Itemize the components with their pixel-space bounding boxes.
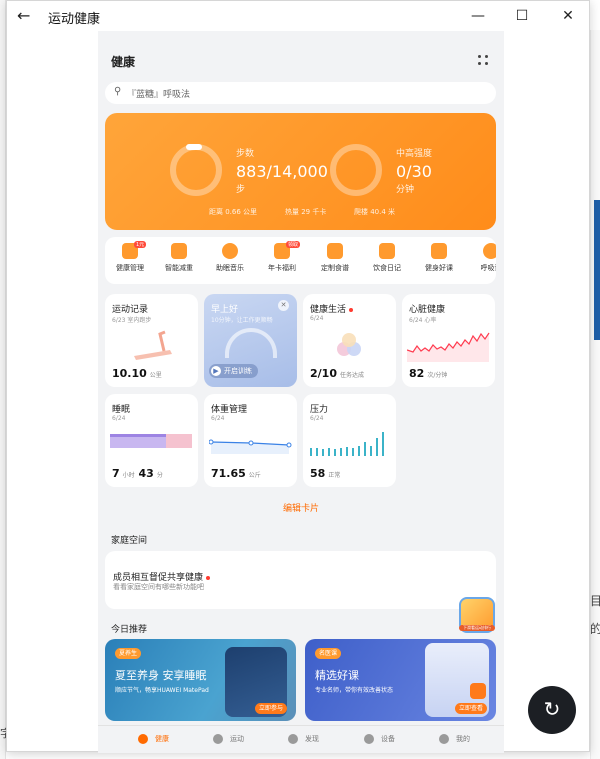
window-title: 运动健康 [48,12,101,27]
family-space-card[interactable]: 成员相互督促共享健康 看看家庭空间有哪些新功能吧 [105,551,496,609]
view-now-button[interactable]: 立即查看 [455,703,488,714]
shortcut-weight-loss[interactable]: 智能减重 [157,243,201,273]
app-window: ← 运动健康 — ☐ ✕ 健康 ⚲ 『蓝糖』呼吸法 步数 883/14,000 … [6,0,590,753]
play-course-icon [470,683,486,699]
steps-label: 步数 [236,149,255,159]
page-title: 健康 [111,55,136,69]
steps-unit: 步 [236,185,246,195]
rings-icon [337,333,361,356]
health-app: 健康 ⚲ 『蓝糖』呼吸法 步数 883/14,000 步 中高强度 0/30 分… [98,31,504,753]
breathing-icon [483,243,496,259]
sleep-card[interactable]: 睡眠 6/24 7 小时 43 分 [105,394,198,487]
family-section-title: 家庭空间 [111,536,148,546]
nav-devices[interactable]: 设备 [364,734,395,744]
nav-exercise[interactable]: 运动 [213,734,244,744]
background-accent [594,200,600,340]
bottom-navigation: 健康 运动 发现 设备 我的 [98,725,504,753]
steps-value: 883/14,000 [236,162,328,181]
weight-loss-icon [171,243,187,259]
notification-dot [349,307,354,312]
notification-dot [206,575,211,580]
calories-stat: 热量 29 千卡 [285,208,327,216]
steps-ring [170,144,222,196]
edit-cards-link[interactable]: 编辑卡片 [98,501,504,514]
shortcut-diet-diary[interactable]: 饮食日记 [365,243,409,273]
activity-summary-card[interactable]: 步数 883/14,000 步 中高强度 0/30 分钟 距离 0.66 公里 … [105,113,496,230]
shortcut-recipe[interactable]: 定制食谱 [313,243,357,273]
intensity-label: 中高强度 [396,149,433,159]
watch-icon [364,734,374,744]
minimize-button[interactable]: — [463,5,493,27]
heart-health-card[interactable]: 心脏健康 6/24 心率 82 次/分钟 [402,294,495,387]
back-arrow-icon[interactable]: ← [17,7,37,25]
close-icon[interactable]: ✕ [278,300,289,311]
morning-training-card[interactable]: 早上好 10分钟，让工作更顺畅 ✕ ▶ 开启训练 [204,294,297,387]
play-icon: ▶ [211,366,221,376]
shortcut-breathing[interactable]: 呼吸训 [469,243,496,273]
distance-stat: 距离 0.66 公里 [209,208,258,216]
weight-management-card[interactable]: 体重管理 6/24 71.65 公斤 [204,394,297,487]
sleep-chart [110,434,192,448]
recommend-sleep-banner[interactable]: 夏养生 夏至养身 安享睡眠 顺应节气，畅享HUAWEI MatePad 立即参与 [105,639,296,721]
intensity-value: 0/30 [396,162,432,181]
search-placeholder: 『蓝糖』呼吸法 [127,90,191,100]
meditation-illustration [225,328,277,358]
shortcut-fitness-class[interactable]: 健身好课 [417,243,461,273]
grid-menu-icon[interactable] [476,53,490,67]
stress-card[interactable]: 压力 6/24 58 正常 [303,394,396,487]
recommend-course-banner[interactable]: 名医课 精选好课 专业名师，带你有效改善状态 立即查看 [305,639,496,721]
join-now-button[interactable]: 立即参与 [255,703,288,714]
start-training-button[interactable]: ▶ 开启训练 [209,364,258,378]
shortcut-annual-card[interactable]: 领取 年卡福利 [260,241,304,273]
maximize-button[interactable]: ☐ [507,5,537,27]
title-bar: ← 运动健康 — ☐ ✕ [7,1,589,31]
shortcut-row: 1元 健康管理 智能减重 助眠音乐 领取 年卡福利 定制食谱 饮食日记 健身好课 呼… [105,237,496,284]
background-text: 的 [590,622,600,636]
refresh-button[interactable]: ↻ [528,686,576,734]
stress-chart [310,432,384,456]
diary-icon [379,243,395,259]
music-icon [222,243,238,259]
heart-rate-chart [407,332,490,362]
running-icon [213,734,223,744]
floors-stat: 爬楼 40.4 米 [354,208,396,216]
profile-icon [439,734,449,744]
fitness-icon [431,243,447,259]
weight-chart [209,439,292,454]
close-button[interactable]: ✕ [553,5,583,27]
intensity-unit: 分钟 [396,185,415,195]
background-window-right [590,30,600,759]
nav-discover[interactable]: 发现 [288,734,319,744]
exercise-record-card[interactable]: 运动记录 6/23 室内跑步 10.10 公里 [105,294,198,387]
search-input[interactable]: ⚲ 『蓝糖』呼吸法 [105,82,496,104]
treadmill-icon [134,330,172,360]
heart-icon [138,734,148,744]
background-text: 目 [590,594,600,608]
healthy-life-card[interactable]: 健康生活 6/24 2/10 任务达成 [303,294,396,387]
recipe-icon [327,243,343,259]
recommend-section-title: 今日推荐 [111,625,148,635]
discover-icon [288,734,298,744]
nav-me[interactable]: 我的 [439,734,470,744]
shortcut-health-management[interactable]: 1元 健康管理 [108,241,152,273]
promo-floating-icon[interactable]: 下滑看运动排行 [459,597,495,633]
shortcut-sleep-music[interactable]: 助眠音乐 [208,243,252,273]
intensity-ring [330,144,382,196]
search-icon: ⚲ [114,86,122,97]
nav-health[interactable]: 健康 [138,734,169,744]
